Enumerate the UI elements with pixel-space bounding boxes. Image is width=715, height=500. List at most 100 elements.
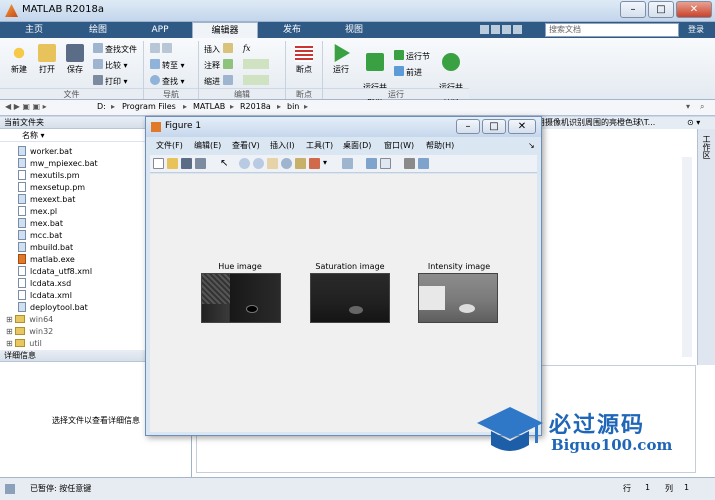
save-figure-icon[interactable] <box>181 158 192 169</box>
find-files-button[interactable]: 查找文件 <box>93 43 137 55</box>
close-button[interactable]: ✕ <box>676 1 712 18</box>
zoom-out-icon[interactable] <box>253 158 264 169</box>
path-segment[interactable]: MATLAB <box>193 102 225 111</box>
menu-edit[interactable]: 编辑(E) <box>194 139 221 153</box>
list-item[interactable]: deploytool.bat <box>18 302 88 314</box>
insert-function-button[interactable]: fx <box>243 43 250 55</box>
chevron-down-icon[interactable]: ▾ <box>686 102 690 111</box>
figure-icon <box>151 122 161 132</box>
tab-view[interactable]: 视图 <box>326 22 382 38</box>
list-item[interactable]: lcdata.xml <box>18 290 72 302</box>
list-item[interactable]: mcc.bat <box>18 230 62 242</box>
menu-window[interactable]: 窗口(W) <box>384 139 414 153</box>
login-button[interactable]: 登录 <box>681 24 711 37</box>
menu-desktop[interactable]: 桌面(D) <box>343 139 371 153</box>
print-button[interactable]: 打印 ▾ <box>93 75 128 87</box>
file-icon <box>18 182 26 192</box>
quick-save-icon[interactable] <box>480 25 489 34</box>
folder-item[interactable]: ⊞ util <box>6 338 42 350</box>
list-item[interactable]: mex.bat <box>18 218 63 230</box>
cut-icon[interactable] <box>491 25 500 34</box>
hide-plot-tools-icon[interactable] <box>404 158 415 169</box>
cursor-arrow-icon[interactable]: ↖ <box>220 158 231 169</box>
nav-arrows[interactable] <box>150 43 174 55</box>
legend-icon[interactable] <box>380 158 391 169</box>
path-segment[interactable]: D: <box>97 102 106 111</box>
link-plot-icon[interactable] <box>342 158 353 169</box>
path-segment[interactable]: Program Files <box>122 102 176 111</box>
save-button[interactable]: 保存 <box>62 44 88 75</box>
list-item[interactable]: mexutils.pm <box>18 170 80 182</box>
run-section-button[interactable]: 运行节 <box>394 50 430 62</box>
maximize-button[interactable]: □ <box>648 1 674 18</box>
print-figure-icon[interactable] <box>195 158 206 169</box>
list-item[interactable]: mexext.bat <box>18 194 75 206</box>
menu-insert[interactable]: 插入(I) <box>270 139 295 153</box>
editor-scrollbar[interactable] <box>682 157 692 357</box>
menu-help[interactable]: 帮助(H) <box>426 139 454 153</box>
comment-button[interactable]: 注释 <box>204 59 235 71</box>
advance-button[interactable]: 前进 <box>394 66 422 78</box>
list-item[interactable]: worker.bat <box>18 146 72 158</box>
tab-home[interactable]: 主页 <box>2 22 66 38</box>
list-item[interactable]: matlab.exe <box>18 254 75 266</box>
list-item[interactable]: mbuild.bat <box>18 242 73 254</box>
editor-tab-title[interactable]: 用摄像机识别周围的亮橙色球\T... <box>537 117 687 129</box>
menu-tools[interactable]: 工具(T) <box>306 139 333 153</box>
figure-window[interactable]: Figure 1 – □ ✕ 文件(F) 编辑(E) 查看(V) 插入(I) 工… <box>145 116 542 436</box>
bat-file-icon <box>18 230 26 240</box>
figure-minimize-button[interactable]: – <box>456 119 480 134</box>
paste-icon[interactable] <box>513 25 522 34</box>
open-file-icon[interactable] <box>167 158 178 169</box>
workspace-side-tab[interactable]: 工作区 <box>697 129 715 365</box>
indent-tools-icon[interactable] <box>243 75 269 85</box>
figure-title-bar[interactable]: Figure 1 – □ ✕ <box>146 117 541 137</box>
panel-controls[interactable]: ⊙ ▾ <box>687 117 715 129</box>
address-bar: ◀ ▶ ▣ ▣ ▸ D: ▸ Program Files ▸ MATLAB ▸ … <box>0 100 715 116</box>
tab-apps[interactable]: APP <box>130 22 190 38</box>
pan-hand-icon[interactable] <box>267 158 278 169</box>
search-documentation-input[interactable]: 搜索文档 <box>545 23 679 37</box>
tab-publish[interactable]: 发布 <box>260 22 324 38</box>
new-button[interactable]: 新建 <box>6 44 32 75</box>
path-segment[interactable]: bin <box>287 102 299 111</box>
nav-buttons[interactable]: ◀ ▶ ▣ ▣ ▸ <box>5 102 47 111</box>
zoom-in-icon[interactable] <box>239 158 250 169</box>
details-hint: 选择文件以查看详细信息 <box>52 416 140 425</box>
dock-arrow-icon[interactable]: ↘ <box>528 139 535 153</box>
indent-button[interactable]: 缩进 <box>204 75 235 87</box>
data-cursor-icon[interactable] <box>295 158 306 169</box>
menu-file[interactable]: 文件(F) <box>156 139 183 153</box>
menu-view[interactable]: 查看(V) <box>232 139 260 153</box>
comment-tools-icon[interactable] <box>243 59 269 69</box>
list-item[interactable]: lcdata_utf8.xml <box>18 266 92 278</box>
list-item[interactable]: mexsetup.pm <box>18 182 85 194</box>
path-segment[interactable]: R2018a <box>240 102 271 111</box>
goto-button[interactable]: 转至 ▾ <box>150 59 185 71</box>
rotate-3d-icon[interactable] <box>281 158 292 169</box>
brush-icon[interactable] <box>309 158 320 169</box>
open-button[interactable]: 打开 <box>34 44 60 75</box>
copy-icon[interactable] <box>502 25 511 34</box>
list-item[interactable]: lcdata.xsd <box>18 278 71 290</box>
insert-button[interactable]: 插入 <box>204 43 235 55</box>
chevron-down-icon[interactable]: ▾ <box>323 158 334 169</box>
new-figure-icon[interactable] <box>153 158 164 169</box>
tab-editor[interactable]: 编辑器 <box>192 22 258 38</box>
breakpoints-button[interactable]: 断点 <box>291 44 317 75</box>
show-plot-tools-icon[interactable] <box>418 158 429 169</box>
folder-item[interactable]: ⊞ win64 <box>6 314 53 326</box>
search-icon[interactable]: ⌕ <box>700 102 704 112</box>
workspace-tab-label: 工作区 <box>702 135 711 159</box>
figure-close-button[interactable]: ✕ <box>508 119 536 134</box>
minimize-button[interactable]: – <box>620 1 646 18</box>
colorbar-icon[interactable] <box>366 158 377 169</box>
list-item[interactable]: mex.pl <box>18 206 57 218</box>
compare-button[interactable]: 比较 ▾ <box>93 59 128 71</box>
tab-plots[interactable]: 绘图 <box>68 22 128 38</box>
find-button[interactable]: 查找 ▾ <box>150 75 185 87</box>
figure-maximize-button[interactable]: □ <box>482 119 506 134</box>
run-button[interactable]: 运行 <box>328 44 354 75</box>
folder-item[interactable]: ⊞ win32 <box>6 326 53 338</box>
list-item[interactable]: mw_mpiexec.bat <box>18 158 98 170</box>
